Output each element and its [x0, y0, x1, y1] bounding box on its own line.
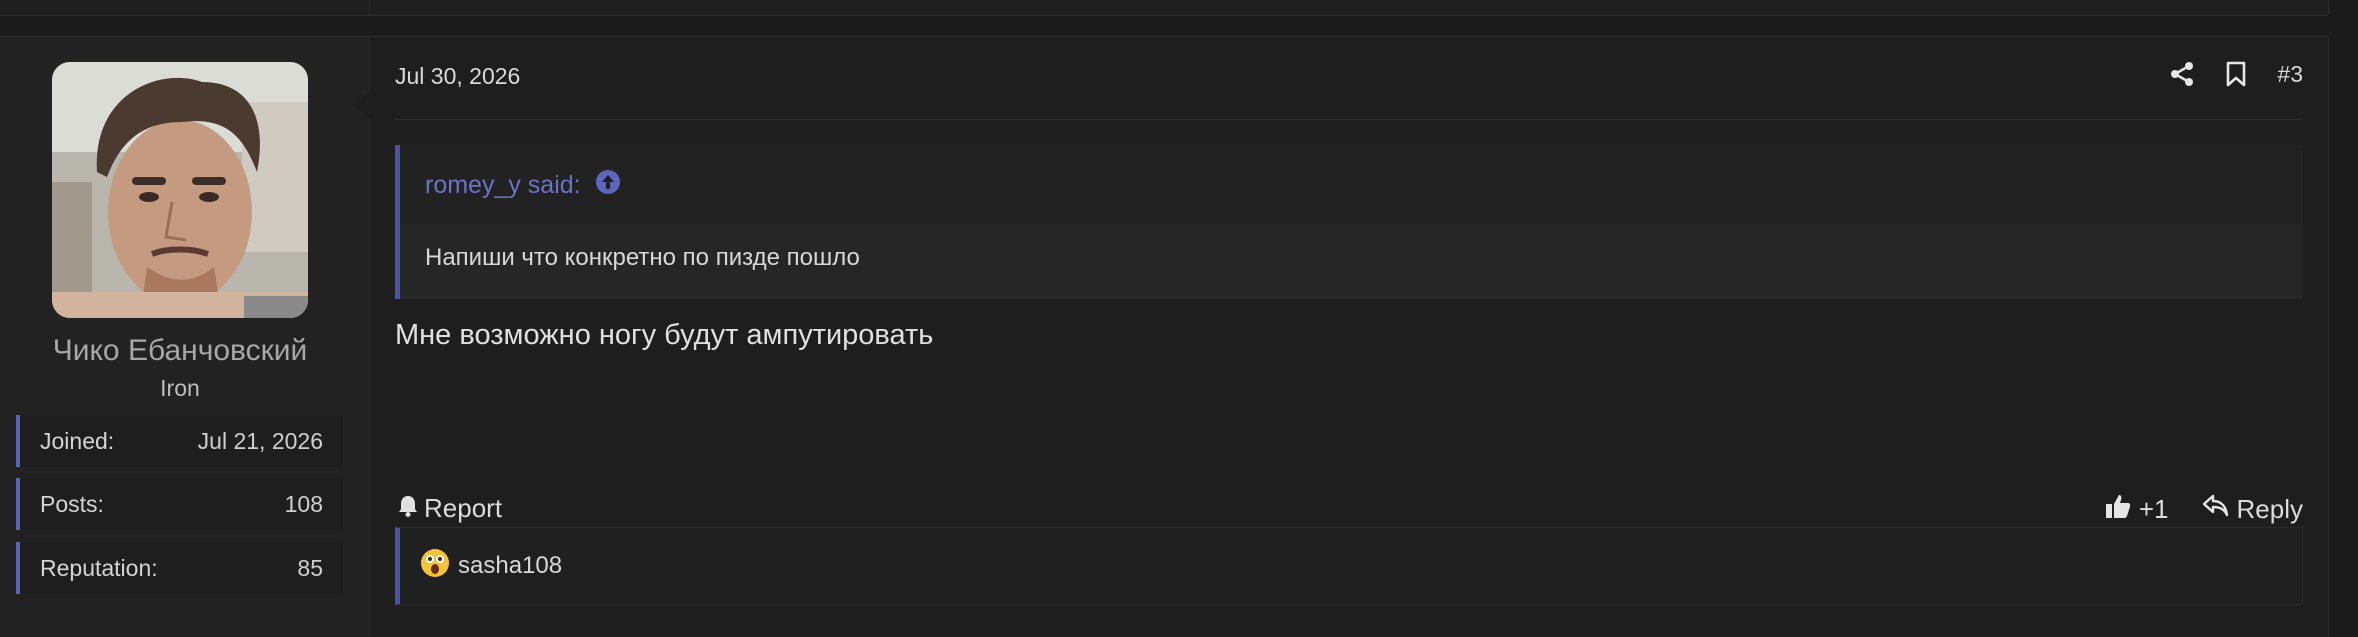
stat-value: 85 — [297, 554, 323, 581]
quote-author[interactable]: romey_y said: — [425, 171, 581, 200]
quote-header[interactable]: romey_y said: — [425, 169, 621, 202]
quote-body: Напиши что конкретно по пизде пошло — [400, 224, 2303, 299]
share-icon[interactable] — [2169, 59, 2195, 89]
stat-joined: Joined: Jul 21, 2026 — [16, 415, 343, 467]
header-divider — [395, 119, 2303, 120]
bookmark-icon[interactable] — [2223, 59, 2249, 89]
quote-block: romey_y said: Напиши что конкретно по пи… — [395, 145, 2303, 299]
reaction-user[interactable]: sasha108 — [458, 552, 562, 580]
stat-label: Reputation: — [40, 554, 158, 581]
post-user-column: Чико Ебанчовский Iron Joined: Jul 21, 20… — [0, 37, 370, 637]
stat-label: Posts: — [40, 490, 104, 517]
reply-label[interactable]: Reply — [2237, 494, 2303, 525]
post: Чико Ебанчовский Iron Joined: Jul 21, 20… — [0, 36, 2329, 637]
user-title: Iron — [160, 375, 200, 401]
avatar[interactable] — [52, 62, 308, 318]
report-button[interactable]: Report — [424, 493, 502, 524]
stat-reputation: Reputation: 85 — [16, 542, 343, 594]
quote-text: Напиши что конкретно по пизде пошло — [425, 244, 860, 271]
post-header-actions: #3 — [2169, 59, 2303, 89]
message-text: Мне возможно ногу будут ампутировать — [395, 319, 934, 351]
previous-post-content-col — [370, 0, 2329, 15]
reactions-bar[interactable]: sasha108 — [395, 527, 2303, 605]
post-date[interactable]: Jul 30, 2026 — [395, 63, 520, 90]
bell-icon[interactable] — [398, 493, 418, 524]
reply-icon[interactable] — [2202, 494, 2229, 525]
stat-posts: Posts: 108 — [16, 478, 343, 530]
post-actions-left: Report — [398, 493, 502, 524]
like-button[interactable]: +1 — [2105, 493, 2169, 526]
post-content-column: Jul 30, 2026 #3 romey_y said: Напиши что… — [352, 37, 2329, 637]
message-arrow — [352, 91, 370, 119]
reply-button[interactable]: Reply — [2202, 494, 2303, 525]
astonished-emoji-icon — [420, 548, 450, 585]
username[interactable]: Чико Ебанчовский — [0, 334, 360, 368]
previous-post-bottom — [0, 0, 2329, 16]
stat-label: Joined: — [40, 427, 115, 454]
post-actions-right: +1 Reply — [2105, 493, 2303, 526]
like-count[interactable]: +1 — [2139, 494, 2169, 525]
thumbs-up-icon[interactable] — [2105, 493, 2131, 526]
stat-value: Jul 21, 2026 — [197, 427, 323, 454]
previous-post-user-col — [0, 0, 370, 15]
post-number-link[interactable]: #3 — [2277, 61, 2303, 88]
arrow-up-circle-icon[interactable] — [595, 169, 621, 202]
stat-value: 108 — [284, 490, 323, 517]
